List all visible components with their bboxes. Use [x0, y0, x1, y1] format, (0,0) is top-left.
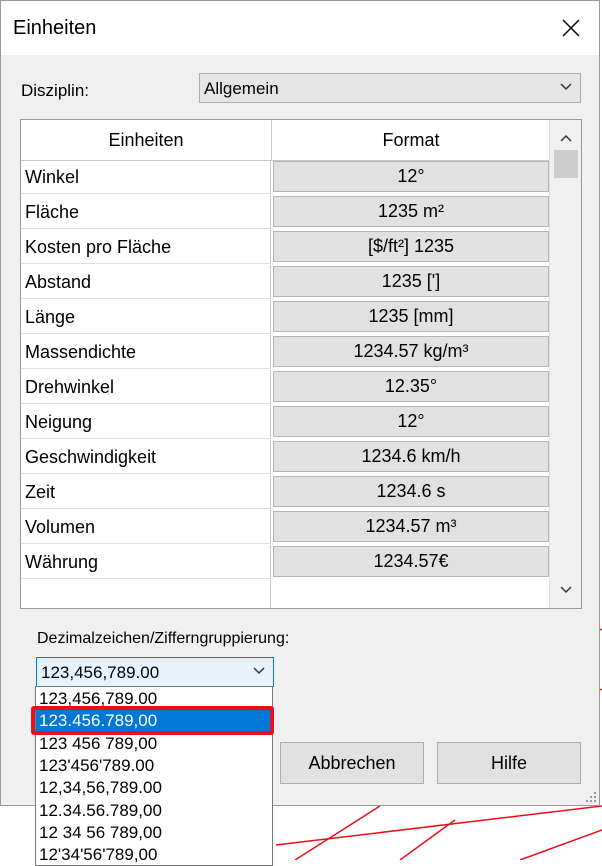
close-icon	[562, 19, 580, 37]
chevron-down-icon	[560, 83, 572, 91]
format-button[interactable]: 1234.57 m³	[273, 511, 549, 542]
vertical-scrollbar[interactable]	[549, 120, 581, 608]
format-button[interactable]: 1234.57 kg/m³	[273, 336, 549, 367]
decimal-option[interactable]: 12'34'56'789,00	[36, 844, 272, 865]
table-row[interactable]: Abstand 1235 [']	[21, 265, 551, 300]
format-button[interactable]: 1234.6 km/h	[273, 441, 549, 472]
unit-name-cell: Zeit	[21, 475, 271, 509]
resize-grip-icon[interactable]	[585, 791, 597, 803]
unit-name-cell: Volumen	[21, 510, 271, 544]
decimal-option[interactable]: 12.34.56.789,00	[36, 800, 272, 822]
column-header-format[interactable]: Format	[272, 120, 550, 161]
format-button[interactable]: 12°	[273, 161, 549, 192]
unit-name-cell: Massendichte	[21, 335, 271, 369]
scroll-up-button[interactable]	[550, 124, 581, 152]
scroll-thumb[interactable]	[554, 150, 578, 178]
table-row[interactable]: Zeit 1234.6 s	[21, 475, 551, 510]
format-button[interactable]: 1235 [mm]	[273, 301, 549, 332]
table-row[interactable]: Massendichte 1234.57 kg/m³	[21, 335, 551, 370]
format-button[interactable]: 1235 m²	[273, 196, 549, 227]
unit-name-cell: Geschwindigkeit	[21, 440, 271, 474]
unit-name-cell: Währung	[21, 545, 271, 579]
unit-name-cell: Neigung	[21, 405, 271, 439]
chevron-down-icon	[253, 667, 265, 675]
unit-name-cell: Kosten pro Fläche	[21, 230, 271, 264]
format-button[interactable]: [$/ft²] 1235	[273, 231, 549, 262]
table-row[interactable]: Winkel 12°	[21, 160, 551, 195]
unit-name-cell: Drehwinkel	[21, 370, 271, 404]
table-row[interactable]: Drehwinkel 12.35°	[21, 370, 551, 405]
format-button[interactable]: 1234.6 s	[273, 476, 549, 507]
table-row[interactable]: Geschwindigkeit 1234.6 km/h	[21, 440, 551, 475]
units-table: Einheiten Format Winkel 12° Fläche 1235 m² K…	[20, 119, 582, 609]
annotation-highlight-box	[31, 706, 274, 735]
unit-name-cell: Fläche	[21, 195, 271, 229]
decimal-select[interactable]: 123,456,789.00	[36, 657, 274, 687]
decimal-label: Dezimalzeichen/Zifferngruppierung:	[37, 630, 290, 647]
discipline-label: Disziplin:	[21, 81, 90, 100]
decimal-option[interactable]: 123'456'789.00	[36, 755, 272, 777]
decimal-option[interactable]: 123 456 789,00	[36, 733, 272, 755]
cancel-button[interactable]: Abbrechen	[280, 742, 424, 784]
decimal-option[interactable]: 12,34,56,789.00	[36, 777, 272, 799]
title-bar: Einheiten	[1, 1, 599, 55]
format-button[interactable]: 1235 [']	[273, 266, 549, 297]
chevron-down-icon	[559, 586, 572, 594]
decimal-option[interactable]: 12 34 56 789,00	[36, 822, 272, 844]
table-row[interactable]: Fläche 1235 m²	[21, 195, 551, 230]
table-row[interactable]: Volumen 1234.57 m³	[21, 510, 551, 545]
help-button[interactable]: Hilfe	[437, 742, 581, 784]
table-row[interactable]: Währung 1234.57€	[21, 545, 551, 580]
table-empty-area	[21, 580, 271, 608]
table-row[interactable]: Länge 1235 [mm]	[21, 300, 551, 335]
discipline-value: Allgemein	[204, 79, 279, 98]
dialog-title: Einheiten	[13, 17, 97, 39]
format-button[interactable]: 12.35°	[273, 371, 549, 402]
table-row[interactable]: Neigung 12°	[21, 405, 551, 440]
format-button[interactable]: 1234.57€	[273, 546, 549, 577]
unit-name-cell: Winkel	[21, 160, 271, 194]
table-row[interactable]: Kosten pro Fläche [$/ft²] 1235	[21, 230, 551, 265]
decimal-value: 123,456,789.00	[41, 663, 160, 682]
unit-name-cell: Länge	[21, 300, 271, 334]
format-button[interactable]: 12°	[273, 406, 549, 437]
scroll-down-button[interactable]	[550, 576, 581, 604]
discipline-select[interactable]: Allgemein	[199, 73, 581, 103]
close-button[interactable]	[543, 1, 599, 55]
unit-name-cell: Abstand	[21, 265, 271, 299]
column-header-units[interactable]: Einheiten	[21, 120, 272, 161]
chevron-up-icon	[559, 134, 572, 142]
